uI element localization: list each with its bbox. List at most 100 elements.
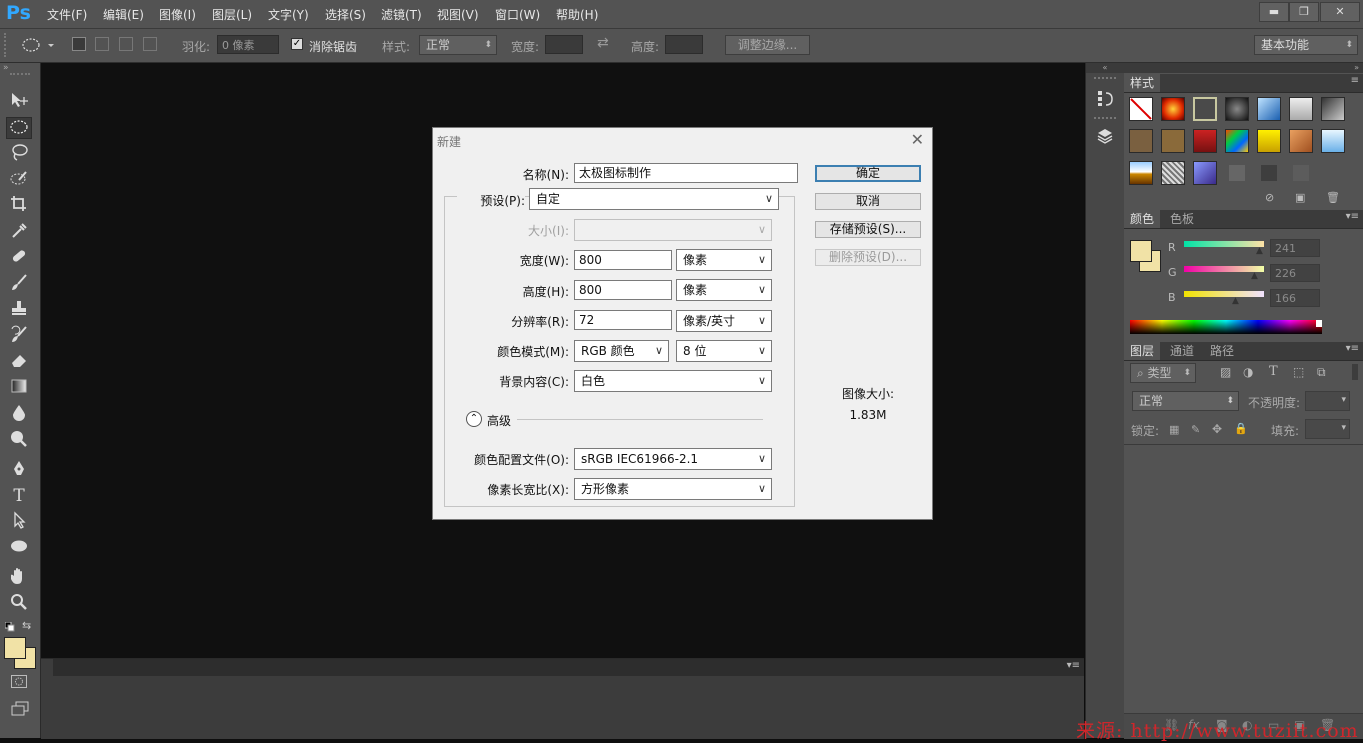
menu-type[interactable]: 文字(Y) — [268, 6, 309, 23]
r-slider-thumb[interactable]: ▲ — [1256, 246, 1263, 256]
panel-menu-icon[interactable]: ▾≡ — [1346, 343, 1359, 354]
quick-selection-tool[interactable] — [6, 169, 32, 191]
tab-color[interactable]: 颜色 — [1124, 210, 1161, 228]
pixel-aspect-select[interactable]: 方形像素 ∨ — [574, 478, 772, 500]
properties-panel-button[interactable] — [1095, 127, 1115, 147]
add-to-selection-button[interactable] — [95, 37, 109, 51]
lock-transparent-icon[interactable]: ▦ — [1169, 423, 1179, 436]
style-swatch[interactable] — [1129, 161, 1153, 185]
color-mode-select[interactable]: RGB 颜色 ∨ — [574, 340, 669, 362]
smart-object-filter-icon[interactable]: ⧉ — [1317, 365, 1326, 380]
elliptical-marquee-tool[interactable] — [6, 117, 32, 139]
g-slider-thumb[interactable]: ▲ — [1251, 271, 1258, 281]
tab-styles[interactable]: 样式 — [1124, 74, 1161, 92]
background-select[interactable]: 白色 ∨ — [574, 370, 772, 392]
tab-paths[interactable]: 路径 — [1204, 342, 1240, 360]
panel-grip[interactable] — [1094, 77, 1116, 79]
move-tool[interactable] — [6, 91, 32, 113]
style-swatch[interactable] — [1161, 129, 1185, 153]
g-value-input[interactable]: 226 — [1270, 264, 1320, 282]
style-swatch[interactable] — [1161, 97, 1185, 121]
quick-mask-button[interactable] — [11, 675, 27, 688]
style-swatch[interactable] — [1289, 129, 1313, 153]
style-swatch[interactable] — [1321, 97, 1345, 121]
restore-button[interactable]: ❐ — [1289, 2, 1319, 22]
style-swatch[interactable] — [1193, 129, 1217, 153]
style-swatch[interactable] — [1225, 97, 1249, 121]
antialias-checkbox[interactable]: ✓ — [291, 38, 303, 50]
lock-image-icon[interactable]: ✎ — [1191, 423, 1200, 436]
collapse-icon[interactable]: » — [3, 63, 9, 73]
style-select[interactable]: 正常 ⬍ — [419, 35, 497, 55]
style-swatch[interactable] — [1193, 161, 1217, 185]
dodge-tool[interactable] — [6, 429, 32, 451]
r-slider[interactable] — [1184, 241, 1264, 247]
close-button[interactable]: ✕ — [1320, 2, 1360, 22]
height-input[interactable]: 800 — [574, 280, 672, 300]
adjustment-filter-icon[interactable]: ◑ — [1243, 365, 1253, 379]
tab-swatches[interactable]: 色板 — [1164, 210, 1200, 228]
hand-tool[interactable] — [6, 567, 32, 589]
default-colors-icon[interactable] — [4, 621, 15, 632]
ok-button[interactable]: 确定 — [815, 165, 921, 182]
type-filter-icon[interactable]: T — [1269, 364, 1278, 379]
menu-file[interactable]: 文件(F) — [47, 6, 87, 23]
menu-image[interactable]: 图像(I) — [159, 6, 196, 23]
menu-select[interactable]: 选择(S) — [325, 6, 366, 23]
b-value-input[interactable]: 166 — [1270, 289, 1320, 307]
panel-menu-icon[interactable]: ▾≡ — [1067, 660, 1080, 671]
color-profile-select[interactable]: sRGB IEC61966-2.1 ∨ — [574, 448, 772, 470]
opacity-input[interactable]: ▾ — [1305, 391, 1350, 411]
preset-select[interactable]: 自定 ∨ — [529, 188, 779, 210]
height-input[interactable] — [665, 35, 703, 54]
clone-stamp-tool[interactable] — [6, 299, 32, 321]
bit-depth-select[interactable]: 8 位 ∨ — [676, 340, 772, 362]
name-input[interactable]: 太极图标制作 — [574, 163, 798, 183]
gradient-tool[interactable] — [6, 377, 32, 399]
fill-input[interactable]: ▾ — [1305, 419, 1350, 439]
menu-view[interactable]: 视图(V) — [437, 6, 479, 23]
menu-filter[interactable]: 滤镜(T) — [381, 6, 422, 23]
style-swatch[interactable] — [1289, 97, 1313, 121]
b-slider[interactable] — [1184, 291, 1264, 297]
style-swatch[interactable] — [1161, 161, 1185, 185]
trash-icon[interactable]: 🗑 — [1326, 191, 1340, 204]
menu-edit[interactable]: 编辑(E) — [103, 6, 144, 23]
resolution-input[interactable]: 72 — [574, 310, 672, 330]
advanced-toggle[interactable]: ⌃ — [466, 411, 482, 427]
options-bar-grip[interactable] — [4, 33, 10, 57]
brush-tool[interactable] — [6, 273, 32, 295]
style-swatch[interactable] — [1257, 161, 1281, 185]
style-swatch[interactable] — [1257, 129, 1281, 153]
style-swatch[interactable] — [1129, 129, 1153, 153]
dialog-close-icon[interactable]: ✕ — [911, 130, 924, 149]
width-input[interactable] — [545, 35, 583, 54]
style-swatch-none[interactable] — [1129, 97, 1153, 121]
style-swatch-selected[interactable] — [1193, 97, 1217, 121]
blur-tool[interactable] — [6, 403, 32, 425]
style-swatch[interactable] — [1289, 161, 1313, 185]
r-value-input[interactable]: 241 — [1270, 239, 1320, 257]
width-input[interactable]: 800 — [574, 250, 672, 270]
collapse-icon[interactable]: « — [1086, 63, 1124, 73]
workspace-select[interactable]: 基本功能 ⬍ — [1254, 35, 1358, 55]
layer-filter-select[interactable]: ⌕ 类型 ⬍ — [1130, 363, 1196, 383]
spot-healing-tool[interactable] — [6, 247, 32, 269]
tab-layers[interactable]: 图层 — [1124, 342, 1161, 360]
menu-window[interactable]: 窗口(W) — [495, 6, 540, 23]
clear-style-icon[interactable]: ⊘ — [1265, 191, 1274, 204]
history-brush-tool[interactable] — [6, 325, 32, 347]
panel-menu-icon[interactable]: ▾≡ — [1346, 211, 1359, 222]
height-unit-select[interactable]: 像素 ∨ — [676, 279, 772, 301]
width-unit-select[interactable]: 像素 ∨ — [676, 249, 772, 271]
style-swatch[interactable] — [1257, 97, 1281, 121]
style-swatch[interactable] — [1225, 161, 1249, 185]
shape-filter-icon[interactable]: ⬚ — [1293, 365, 1304, 379]
ellipse-shape-tool[interactable] — [6, 537, 32, 559]
b-slider-thumb[interactable]: ▲ — [1232, 296, 1239, 306]
delete-preset-button[interactable]: 删除预设(D)... — [815, 249, 921, 266]
cancel-button[interactable]: 取消 — [815, 193, 921, 210]
pixel-filter-icon[interactable]: ▨ — [1220, 365, 1231, 379]
intersect-selection-button[interactable] — [143, 37, 157, 51]
menu-layer[interactable]: 图层(L) — [212, 6, 252, 23]
